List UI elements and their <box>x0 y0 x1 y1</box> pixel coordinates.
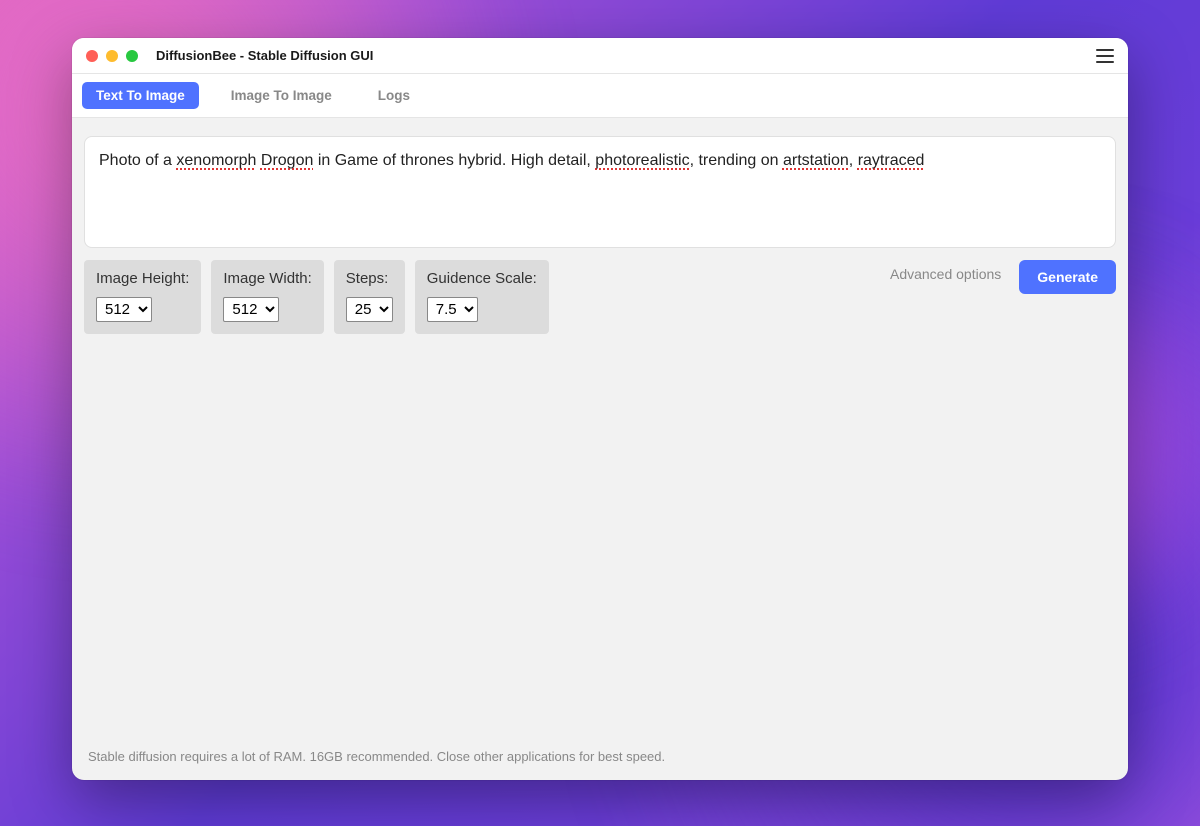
prompt-text: in Game of thrones hybrid. High detail, <box>313 152 595 169</box>
traffic-lights <box>86 50 138 62</box>
app-window: DiffusionBee - Stable Diffusion GUI Text… <box>72 38 1128 780</box>
prompt-text: , trending on <box>690 152 783 169</box>
minimize-window-button[interactable] <box>106 50 118 62</box>
param-label: Image Height: <box>96 270 189 287</box>
advanced-options-link[interactable]: Advanced options <box>890 266 1001 282</box>
tab-image-to-image[interactable]: Image To Image <box>217 82 346 109</box>
param-image-width: Image Width: 512 <box>211 260 323 334</box>
titlebar: DiffusionBee - Stable Diffusion GUI <box>72 38 1128 74</box>
image-height-select[interactable]: 512 <box>96 297 152 322</box>
spellcheck-word[interactable]: Drogon <box>261 152 313 169</box>
spellcheck-word[interactable]: photorealistic <box>595 152 689 169</box>
image-width-select[interactable]: 512 <box>223 297 279 322</box>
close-window-button[interactable] <box>86 50 98 62</box>
generate-button[interactable]: Generate <box>1019 260 1116 294</box>
param-label: Image Width: <box>223 270 311 287</box>
param-label: Guidence Scale: <box>427 270 537 287</box>
controls-row: Image Height: 512 Image Width: 512 Steps… <box>84 260 1116 334</box>
prompt-text: Photo of a <box>99 152 176 169</box>
spellcheck-word[interactable]: raytraced <box>858 152 925 169</box>
param-steps: Steps: 25 <box>334 260 405 334</box>
tab-text-to-image[interactable]: Text To Image <box>82 82 199 109</box>
tab-logs[interactable]: Logs <box>364 82 424 109</box>
spellcheck-word[interactable]: artstation <box>783 152 849 169</box>
prompt-text: , <box>849 152 858 169</box>
hamburger-menu-icon[interactable] <box>1096 49 1114 63</box>
prompt-input[interactable]: Photo of a xenomorph Drogon in Game of t… <box>84 136 1116 248</box>
content-area: Photo of a xenomorph Drogon in Game of t… <box>72 118 1128 780</box>
spellcheck-word[interactable]: xenomorph <box>176 152 256 169</box>
param-guidance-scale: Guidence Scale: 7.5 <box>415 260 549 334</box>
param-image-height: Image Height: 512 <box>84 260 201 334</box>
tab-bar: Text To Image Image To Image Logs <box>72 74 1128 118</box>
param-label: Steps: <box>346 270 393 287</box>
steps-select[interactable]: 25 <box>346 297 393 322</box>
fullscreen-window-button[interactable] <box>126 50 138 62</box>
guidance-scale-select[interactable]: 7.5 <box>427 297 478 322</box>
footer-note: Stable diffusion requires a lot of RAM. … <box>84 741 1116 770</box>
window-title: DiffusionBee - Stable Diffusion GUI <box>156 48 373 63</box>
